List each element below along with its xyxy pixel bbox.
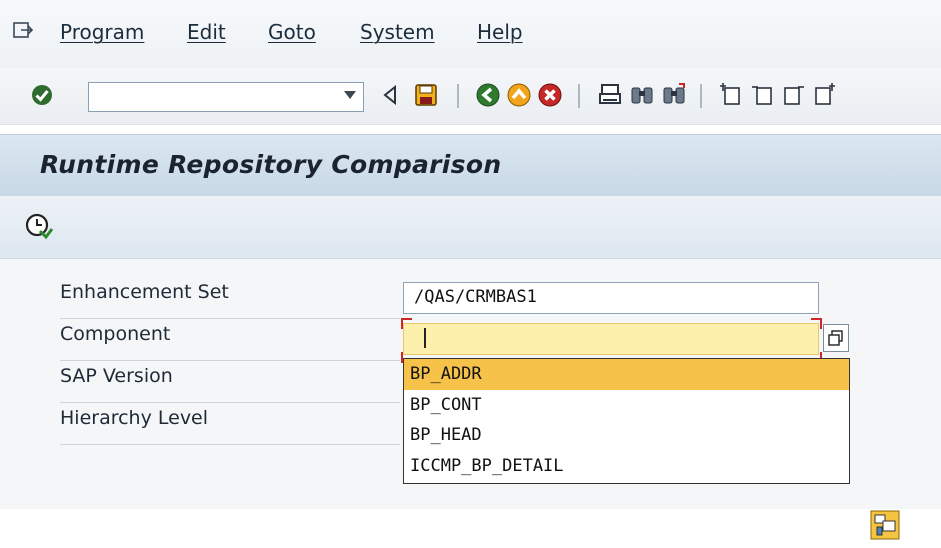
component-dropdown-list: BP_ADDR BP_CONT BP_HEAD ICCMP_BP_DETAIL [403,358,850,484]
dropdown-option[interactable]: BP_ADDR [404,359,849,390]
menu-program[interactable]: Program [60,20,144,44]
application-toolbar [0,196,941,259]
find-icon[interactable] [628,81,656,109]
enter-icon[interactable] [28,81,56,109]
required-marker [811,318,822,329]
cancel-icon[interactable] [536,81,564,109]
enhancement-set-label: Enhancement Set [60,281,229,303]
text-cursor [424,328,426,348]
menu-help[interactable]: Help [477,20,523,44]
enhancement-set-field[interactable]: /QAS/CRMBAS1 [403,282,819,314]
menu-bar: Program Edit Goto System Help [0,0,941,68]
required-marker [401,318,412,329]
previous-page-icon[interactable] [748,81,776,109]
first-page-icon[interactable] [716,81,744,109]
dropdown-option[interactable]: BP_CONT [404,390,849,421]
save-icon[interactable] [412,81,440,109]
command-field[interactable] [88,82,364,112]
next-page-icon[interactable] [780,81,808,109]
component-field[interactable] [403,323,819,355]
value-help-icon [828,330,843,346]
value-help-button[interactable] [823,324,849,352]
print-icon[interactable] [596,81,624,109]
dropdown-option[interactable]: ICCMP_BP_DETAIL [404,451,849,482]
menu-edit[interactable]: Edit [187,20,226,44]
find-next-icon[interactable] [660,81,688,109]
last-page-icon[interactable] [811,81,839,109]
execute-icon[interactable] [24,212,54,242]
system-menu-icon[interactable] [12,20,34,42]
menu-goto[interactable]: Goto [268,20,316,44]
command-dropdown-icon[interactable] [336,81,364,109]
sap-version-row: SAP Version [60,365,400,403]
back-icon[interactable] [474,81,502,109]
hierarchy-level-row: Hierarchy Level [60,407,400,445]
exit-icon[interactable] [505,81,533,109]
menu-system[interactable]: System [360,20,435,44]
hierarchy-level-label: Hierarchy Level [60,407,209,429]
layout-icon[interactable] [870,510,900,540]
dropdown-option[interactable]: BP_HEAD [404,420,849,451]
back-triangle-icon[interactable] [376,81,404,109]
sap-version-label: SAP Version [60,365,173,387]
enhancement-set-row: Enhancement Set [60,281,400,319]
component-label: Component [60,323,171,345]
page-title: Runtime Repository Comparison [40,150,502,179]
standard-toolbar [0,68,941,125]
component-row: Component [60,323,400,361]
